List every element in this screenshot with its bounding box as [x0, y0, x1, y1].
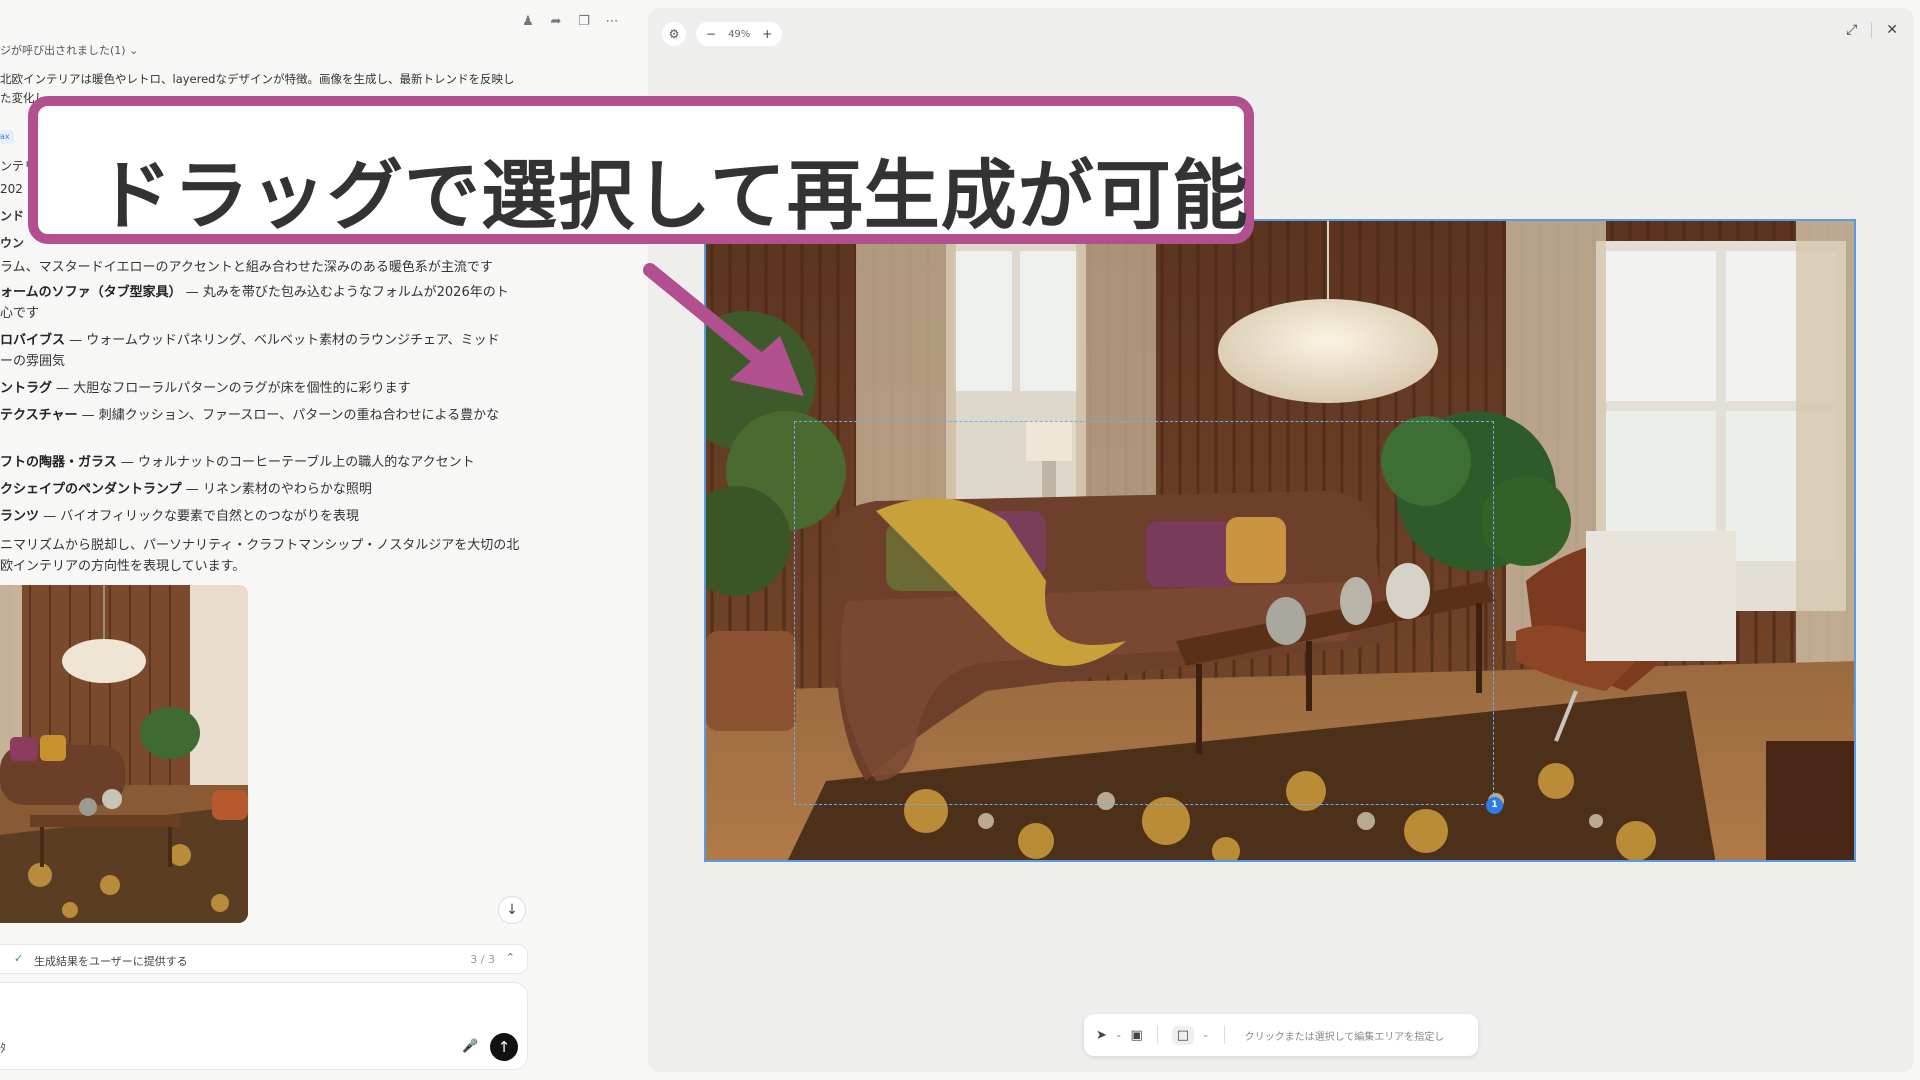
send-button[interactable]: ↑ — [490, 1033, 518, 1061]
attach-icon[interactable]: ﾀ — [0, 1039, 6, 1056]
scroll-down-button[interactable]: ↓ — [498, 896, 526, 924]
annotation-callout: ドラッグで選択して再生成が可能 — [28, 96, 1254, 244]
generated-image[interactable]: 1 — [704, 219, 1856, 862]
rect-select-tool-icon[interactable]: □ — [1171, 1025, 1195, 1045]
source-chip[interactable]: ax — [0, 130, 14, 144]
task-label: 生成結果をユーザーに提供する — [34, 955, 188, 968]
tool-call-toggle[interactable]: ジが呼び出されました(1) ⌄ — [0, 42, 138, 58]
annotation-arrow-icon — [643, 263, 804, 396]
chevron-down-icon[interactable]: ⌄ — [1202, 1030, 1210, 1040]
divider — [1871, 22, 1873, 38]
pointer-tool-icon[interactable]: ➤ — [1096, 1028, 1107, 1043]
fragment-heading: ンド — [0, 209, 25, 223]
canvas-toolbar-right: ⤢ ✕ — [1846, 22, 1898, 38]
person-icon[interactable]: ♟ — [520, 14, 536, 29]
list-item: クシェイプのペンダントランプ — リネン素材のやわらかな照明 — [0, 482, 372, 497]
fragment-text: 202 — [0, 182, 23, 196]
list-item: ランツ — バイオフィリックな要素で自然とのつながりを表現 — [0, 509, 359, 524]
fragment-line: ラム、マスタードイエローのアクセントと組み合わせた深みのある暖色系が主流です — [0, 260, 493, 275]
edit-area-input[interactable]: クリックまたは選択して編集エリアを指定し — [1245, 1028, 1465, 1043]
generated-image-thumbnail[interactable] — [0, 585, 248, 923]
chevron-up-icon[interactable]: ⌃ — [506, 951, 515, 964]
chevron-down-icon[interactable]: ⌄ — [1115, 1030, 1123, 1040]
task-count: 3 / 3 — [470, 953, 495, 966]
arrow-down-icon: ↓ — [506, 902, 518, 918]
selection-marker[interactable]: 1 — [1486, 797, 1503, 814]
edit-toolbar: ➤ ⌄ ▣ □ ⌄ クリックまたは選択して編集エリアを指定し — [1084, 1014, 1478, 1056]
list-item: フトの陶器・ガラス — ウォルナットのコーヒーテーブル上の職人的なアクセント — [0, 455, 475, 470]
zoom-in-button[interactable]: + — [762, 27, 772, 41]
trend-list: ォームのソファ（タブ型家具） — 丸みを帯びた包み込むようなフォルムが2026年… — [0, 282, 530, 577]
divider — [1223, 1026, 1225, 1044]
list-item: ォームのソファ（タブ型家具） — 丸みを帯びた包み込むようなフォルムが2026年… — [0, 285, 509, 321]
task-progress[interactable]: ✓ 生成結果をユーザーに提供する 3 / 3 ⌃ — [0, 944, 528, 974]
settings-icon[interactable]: ⚙ — [662, 22, 686, 46]
list-item: ントラグ — 大胆なフローラルパターンのラグが床を個性的に彩ります — [0, 381, 411, 396]
close-icon[interactable]: ✕ — [1886, 22, 1898, 38]
closing-text: ニマリズムから脱却し、パーソナリティ・クラフトマンシップ・ノスタルジアを大切の北… — [0, 538, 520, 574]
message-composer[interactable]: ﾀ 🎤 ↑ — [0, 982, 528, 1070]
image-edit-icon[interactable]: ▣ — [1130, 1028, 1142, 1043]
divider — [1156, 1026, 1158, 1044]
microphone-icon[interactable]: 🎤 — [462, 1039, 478, 1054]
check-icon: ✓ — [14, 952, 24, 965]
selection-rectangle[interactable] — [794, 421, 1494, 805]
zoom-control: − 49% + — [696, 22, 783, 46]
arrow-up-icon: ↑ — [497, 1038, 511, 1056]
more-icon[interactable]: ⋯ — [604, 14, 620, 29]
canvas-toolbar-left: ⚙ − 49% + — [662, 22, 783, 46]
expand-icon[interactable]: ⤢ — [1846, 22, 1857, 38]
list-item: ロバイブス — ウォームウッドパネリング、ベルベット素材のラウンジチェア、ミッド… — [0, 333, 500, 369]
message-actions: ♟ ➦ ❐ ⋯ — [520, 14, 620, 29]
chevron-down-icon: ⌄ — [129, 44, 139, 57]
zoom-level: 49% — [728, 28, 751, 40]
callout-text: ドラッグで選択して再生成が可能 — [96, 151, 1249, 240]
zoom-out-button[interactable]: − — [706, 27, 716, 41]
share-icon[interactable]: ➦ — [548, 14, 564, 29]
fragment-heading: ウン — [0, 236, 25, 250]
copy-icon[interactable]: ❐ — [576, 14, 592, 29]
list-item: テクスチャー — 刺繍クッション、ファースロー、パターンの重ね合わせによる豊かな — [0, 408, 500, 423]
